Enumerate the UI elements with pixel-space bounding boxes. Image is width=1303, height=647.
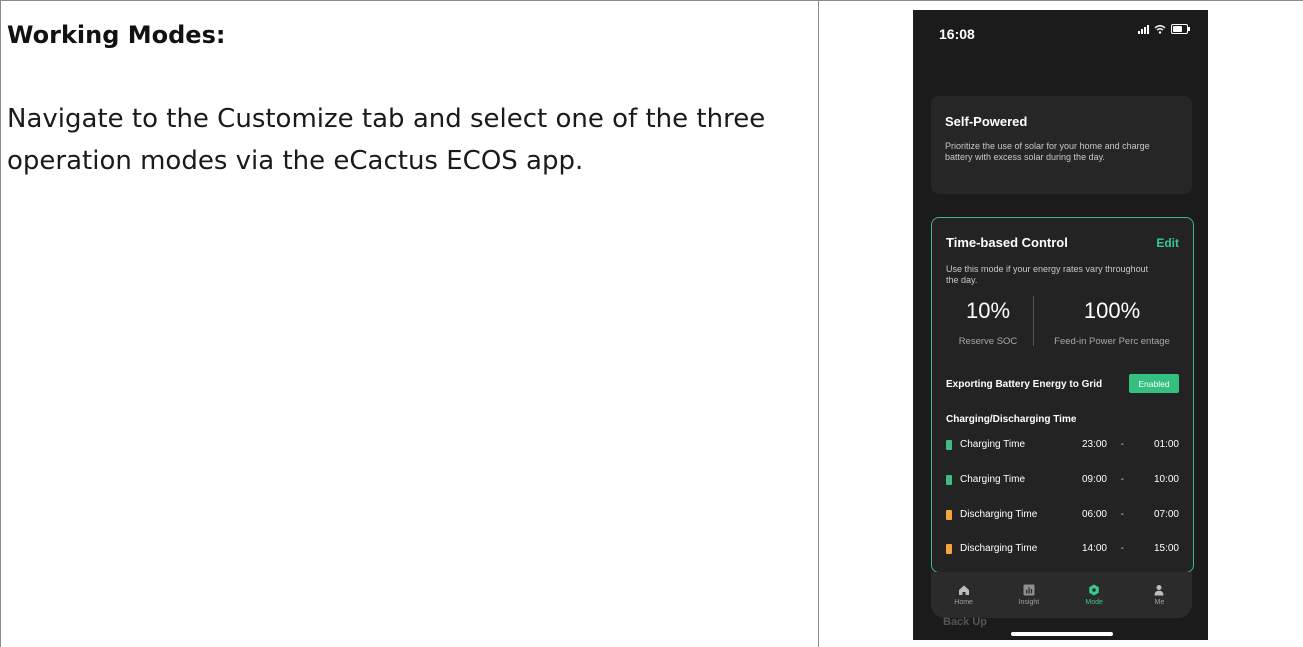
nav-item-me[interactable]: Me (1127, 572, 1192, 618)
edit-button[interactable]: Edit (1156, 236, 1179, 250)
schedule-separator: - (1120, 474, 1124, 485)
document-text-column: Working Modes: Navigate to the Customize… (7, 18, 807, 182)
time-based-description: Use this mode if your energy rates vary … (946, 264, 1149, 285)
export-status-badge[interactable]: Enabled (1129, 374, 1179, 393)
schedule-end: 01:00 (1153, 439, 1179, 450)
nav-label: Mode (1085, 599, 1103, 606)
schedule-start: 23:00 (1081, 439, 1107, 450)
schedule-separator: - (1120, 439, 1124, 450)
schedule-row: Discharging Time 06:00 - 07:00 (946, 508, 1179, 522)
time-based-title: Time-based Control (946, 235, 1068, 250)
schedule-row: Discharging Time 14:00 - 15:00 (946, 542, 1179, 556)
discharging-marker (946, 510, 952, 520)
charging-marker (946, 475, 952, 485)
schedule-end: 07:00 (1153, 509, 1179, 520)
schedule-end: 15:00 (1153, 543, 1179, 554)
stats-divider (1033, 296, 1034, 346)
phone-screenshot: 16:08 Self-Powered Prioritize the use of… (913, 10, 1208, 640)
schedule-row: Charging Time 23:00 - 01:00 (946, 438, 1179, 452)
reserve-soc-label: Reserve SOC (958, 336, 1018, 347)
section-heading: Working Modes: (7, 21, 226, 49)
person-icon (1154, 585, 1164, 596)
mode-icon (1089, 584, 1099, 596)
feed-in-label: Feed-in Power Perc entage (1054, 336, 1170, 347)
frame-column-divider (818, 0, 819, 647)
discharging-marker (946, 544, 952, 554)
nav-item-insight[interactable]: Insight (996, 572, 1061, 618)
nav-item-home[interactable]: Home (931, 572, 996, 618)
schedule-label: Charging Time (960, 474, 1026, 485)
nav-label: Insight (1018, 599, 1040, 606)
home-icon (958, 585, 969, 595)
schedule-row: Charging Time 09:00 - 10:00 (946, 473, 1179, 487)
frame-top-border (0, 0, 1303, 1)
schedule-start: 14:00 (1081, 543, 1107, 554)
charging-marker (946, 440, 952, 450)
signal-icon (1138, 24, 1149, 34)
next-card-peek: Back Up (943, 616, 988, 628)
home-indicator[interactable] (1011, 632, 1113, 636)
status-time: 16:08 (939, 26, 975, 42)
frame-left-border (0, 0, 1, 647)
schedule-end: 10:00 (1153, 474, 1179, 485)
reserve-soc-value: 10% (965, 298, 1011, 323)
insight-icon (1023, 584, 1035, 596)
schedule-start: 09:00 (1081, 474, 1107, 485)
nav-label: Home (954, 599, 973, 606)
schedule-heading: Charging/Discharging Time (946, 414, 1077, 425)
self-powered-card[interactable]: Self-Powered Prioritize the use of solar… (931, 96, 1192, 194)
schedule-separator: - (1120, 543, 1124, 554)
status-icons (1138, 24, 1190, 34)
schedule-start: 06:00 (1081, 509, 1107, 520)
time-based-control-card[interactable]: Time-based Control Edit Use this mode if… (931, 217, 1194, 573)
section-body: Navigate to the Customize tab and select… (7, 104, 766, 176)
nav-label: Me (1154, 599, 1165, 606)
self-powered-description: Prioritize the use of solar for your hom… (945, 141, 1150, 162)
wifi-icon (1154, 25, 1166, 34)
schedule-label: Discharging Time (960, 543, 1038, 554)
feed-in-value: 100% (1083, 298, 1141, 323)
bottom-nav-bar: Home Insight Mode Me (931, 572, 1192, 618)
schedule-label: Charging Time (960, 439, 1026, 450)
self-powered-title: Self-Powered (945, 114, 1028, 129)
schedule-separator: - (1120, 509, 1124, 520)
export-label: Exporting Battery Energy to Grid (946, 379, 1103, 390)
nav-item-mode[interactable]: Mode (1062, 572, 1127, 618)
battery-icon (1171, 24, 1190, 34)
schedule-label: Discharging Time (960, 509, 1038, 520)
